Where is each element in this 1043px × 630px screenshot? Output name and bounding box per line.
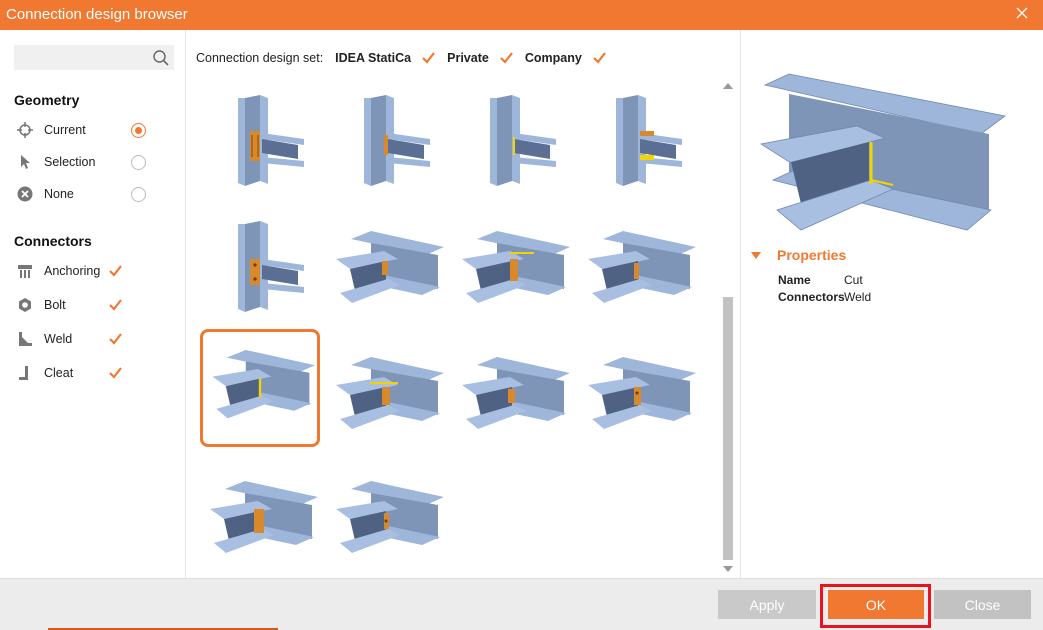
properties-toggle[interactable]: Properties — [751, 247, 846, 263]
design-set-idea-label: IDEA StatiCa — [335, 51, 412, 65]
property-value: Weld — [844, 290, 872, 304]
checkbox-cleat[interactable] — [108, 366, 122, 380]
connector-label: Anchoring — [44, 264, 101, 278]
design-set-private-label: Private — [447, 51, 489, 65]
close-icon[interactable] — [1015, 6, 1029, 20]
geometry-heading: Geometry — [14, 92, 80, 108]
connection-thumbnail-image — [336, 231, 444, 303]
connection-thumbnail[interactable] — [578, 86, 698, 204]
connection-thumbnail-image — [364, 95, 430, 186]
connection-thumbnail-image — [462, 231, 570, 303]
connector-bolt[interactable]: Bolt — [16, 295, 166, 315]
search-box — [14, 45, 174, 70]
scroll-up-icon[interactable] — [722, 80, 734, 92]
property-key: Name — [778, 273, 811, 287]
checkbox-weld[interactable] — [108, 332, 122, 346]
connector-weld[interactable]: Weld — [16, 329, 166, 349]
cleat-icon — [16, 364, 34, 382]
checkbox-idea-statica[interactable] — [421, 51, 435, 65]
connection-preview — [759, 73, 1006, 231]
connection-thumbnail[interactable] — [452, 212, 572, 330]
design-set-bar: Connection design set: IDEA StatiCa Priv… — [196, 49, 606, 67]
connection-thumbnail-image — [462, 357, 570, 429]
filter-panel: Geometry Current Selection None Connecto… — [0, 30, 186, 578]
scrollbar-thumb[interactable] — [723, 297, 733, 560]
connector-label: Bolt — [44, 298, 66, 312]
connectors-heading: Connectors — [14, 233, 92, 249]
property-row: Connectors Weld — [778, 290, 871, 304]
bolt-icon — [16, 296, 34, 314]
title-bar: Connection design browser — [0, 0, 1043, 30]
apply-button[interactable]: Apply — [718, 590, 816, 619]
connection-thumbnail[interactable] — [326, 86, 446, 204]
checkbox-private[interactable] — [499, 51, 513, 65]
geometry-option-none[interactable]: None — [16, 184, 166, 204]
connection-thumbnail-image — [336, 357, 444, 429]
connection-thumbnail-image — [336, 481, 444, 553]
weld-icon — [16, 330, 34, 348]
connection-thumbnail-image — [210, 481, 318, 553]
design-set-company-label: Company — [524, 51, 582, 65]
connection-thumbnail[interactable] — [200, 86, 320, 204]
gallery-scrollbar[interactable] — [722, 80, 734, 575]
checkbox-company[interactable] — [592, 51, 606, 65]
connector-label: Weld — [44, 332, 73, 346]
search-input[interactable] — [14, 45, 144, 70]
connection-thumbnail-image — [588, 357, 696, 429]
connector-anchoring[interactable]: Anchoring — [16, 261, 166, 281]
ok-highlight-frame — [820, 584, 931, 628]
geometry-option-current[interactable]: Current — [16, 120, 166, 140]
properties-title: Properties — [777, 247, 847, 263]
geometry-option-label: Selection — [44, 155, 96, 169]
property-row: Name Cut — [778, 273, 863, 287]
connection-thumbnail[interactable] — [326, 462, 446, 580]
connection-thumbnail[interactable] — [200, 329, 320, 447]
anchoring-icon — [16, 262, 34, 280]
connector-label: Cleat — [44, 366, 74, 380]
x-circle-icon — [16, 185, 34, 203]
details-panel: Properties Name Cut Connectors Weld — [740, 30, 1043, 578]
connection-thumbnail-image — [212, 350, 316, 419]
connection-thumbnail[interactable] — [452, 338, 572, 456]
cursor-icon — [16, 153, 34, 171]
radio-none[interactable] — [131, 186, 146, 202]
connection-thumbnail-image — [238, 95, 304, 186]
connector-cleat[interactable]: Cleat — [16, 363, 166, 383]
connection-thumbnail[interactable] — [326, 212, 446, 330]
connection-thumbnail[interactable] — [200, 212, 320, 330]
close-button[interactable]: Close — [934, 590, 1031, 619]
connection-thumbnail[interactable] — [200, 462, 320, 580]
connection-thumbnail[interactable] — [578, 212, 698, 330]
connection-thumbnail-image — [490, 95, 556, 186]
connection-thumbnail-image — [616, 95, 682, 186]
design-set-label: Connection design set: — [196, 51, 324, 65]
checkbox-anchoring[interactable] — [108, 264, 122, 278]
crosshair-icon — [16, 121, 34, 139]
geometry-option-selection[interactable]: Selection — [16, 152, 166, 172]
connection-thumbnail-image — [238, 221, 304, 312]
search-icon[interactable] — [152, 49, 170, 67]
geometry-option-label: Current — [44, 123, 86, 137]
property-value: Cut — [844, 273, 863, 287]
scroll-down-icon[interactable] — [722, 563, 734, 575]
connection-thumbnail-image — [588, 231, 696, 303]
geometry-option-label: None — [44, 187, 74, 201]
window-title: Connection design browser — [6, 6, 188, 23]
radio-selection[interactable] — [131, 154, 146, 170]
property-key: Connectors — [778, 290, 845, 304]
connection-thumbnail[interactable] — [326, 338, 446, 456]
expand-triangle-icon — [751, 251, 761, 259]
radio-current[interactable] — [131, 122, 146, 138]
checkbox-bolt[interactable] — [108, 298, 122, 312]
connection-thumbnail[interactable] — [452, 86, 572, 204]
connection-thumbnail[interactable] — [578, 338, 698, 456]
